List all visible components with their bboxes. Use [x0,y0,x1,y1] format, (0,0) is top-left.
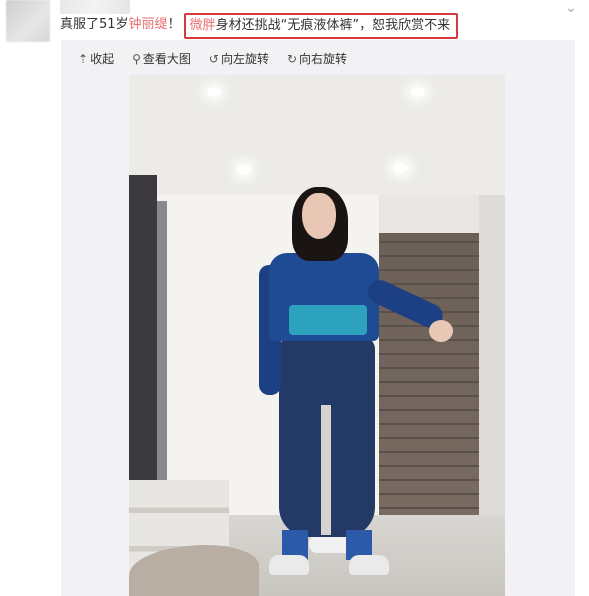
rotate-right-icon: ↻ [286,52,298,66]
quote-text: 身材还挑战“无痕液体裤”，恕我欣赏不来 [215,18,451,33]
post-prefix: 真服了51岁 [60,17,129,32]
rotate-right-label: 向右旋转 [299,52,348,66]
photo-ceiling [129,75,505,195]
ceiling-light [394,163,408,173]
post-exclaim: ！ [167,17,181,32]
zoom-icon: ⚲ [132,52,141,66]
quote-highlight: 微胖 [189,18,216,33]
photo-brick-wall [379,233,479,523]
avatar[interactable] [6,0,50,42]
image-toolbar: ⇡ 收起 ⚲ 查看大图 ↺ 向左旋转 ↻ 向右旋转 [78,47,347,71]
collapse-label: 收起 [90,52,115,66]
photo-hand [429,320,453,342]
highlighted-quote-box: 微胖身材还挑战“无痕液体裤”，恕我欣赏不来 [183,13,459,39]
photo-shoe [269,555,309,575]
photo-shoe [349,555,389,575]
chevron-down-icon[interactable]: ⌄ [563,1,579,15]
ceiling-light [411,87,425,97]
photo-face [302,193,336,239]
post-text: 真服了51岁钟丽缇！ 微胖身材还挑战“无痕液体裤”，恕我欣赏不来 [60,13,459,39]
photo-shirt-print [289,305,367,335]
view-large-button[interactable]: ⚲ 查看大图 [132,47,191,71]
blurred-username[interactable] [60,0,130,14]
ceiling-light [237,165,251,175]
collapse-button[interactable]: ⇡ 收起 [78,47,114,71]
view-large-label: 查看大图 [142,52,191,66]
post-photo[interactable] [129,75,505,596]
rotate-left-label: 向左旋转 [220,52,269,66]
post-name-link[interactable]: 钟丽缇 [129,17,168,32]
photo-leg-gap [321,405,331,535]
rotate-left-icon: ↺ [208,52,219,66]
ceiling-light [207,87,221,97]
collapse-icon: ⇡ [78,52,89,66]
photo-right-wall [479,195,505,535]
rotate-left-button[interactable]: ↺ 向左旋转 [209,47,269,71]
rotate-right-button[interactable]: ↻ 向右旋转 [287,47,347,71]
